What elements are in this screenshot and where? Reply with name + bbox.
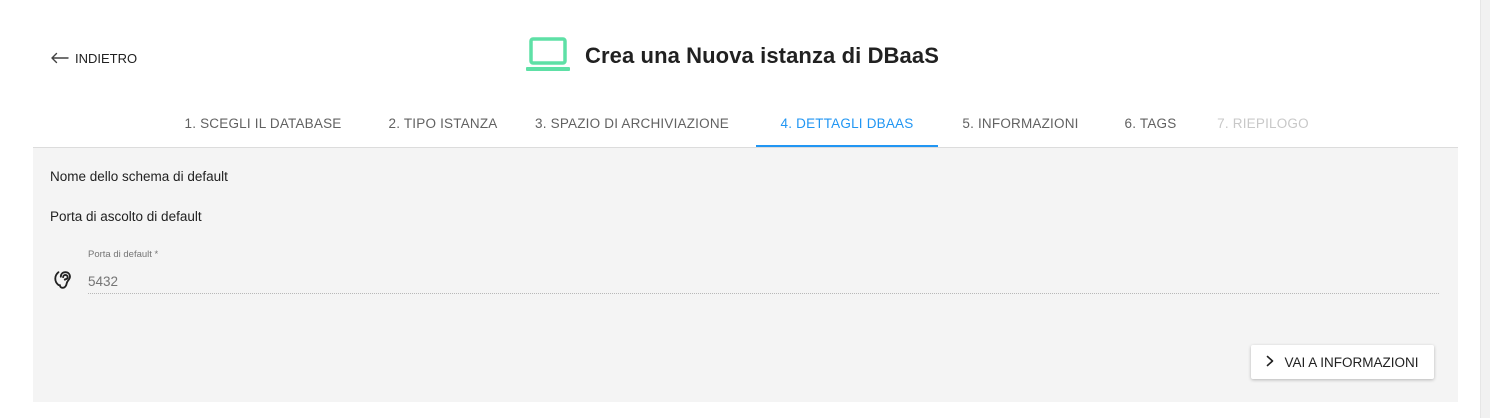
step-scegli-database[interactable]: 1. SCEGLI IL DATABASE <box>148 100 378 147</box>
step-informazioni[interactable]: 5. INFORMAZIONI <box>938 100 1103 147</box>
step-dettagli-dbaas[interactable]: 4. DETTAGLI DBAAS <box>756 100 938 147</box>
active-step-indicator <box>756 145 938 147</box>
step-label: 7. RIEPILOGO <box>1217 116 1309 131</box>
next-step-button-label: VAI A INFORMAZIONI <box>1284 354 1419 370</box>
step-tags[interactable]: 6. TAGS <box>1103 100 1198 147</box>
page-header: Crea una Nuova istanza di DBaaS <box>525 36 939 77</box>
step-spazio-archiviazione[interactable]: 3. SPAZIO DI ARCHIVIAZIONE <box>508 100 756 147</box>
next-step-button[interactable]: VAI A INFORMAZIONI <box>1251 345 1434 379</box>
step-label: 3. SPAZIO DI ARCHIVIAZIONE <box>535 116 729 131</box>
step-label: 6. TAGS <box>1124 116 1177 131</box>
chevron-right-icon <box>1266 355 1274 370</box>
step-riepilogo: 7. RIEPILOGO <box>1198 100 1328 147</box>
step-label: 5. INFORMAZIONI <box>962 116 1079 131</box>
step-label: 4. DETTAGLI DBAAS <box>780 116 914 131</box>
page-scrollbar[interactable] <box>1480 0 1490 418</box>
arrow-left-icon <box>50 52 69 64</box>
step-label: 1. SCEGLI IL DATABASE <box>184 116 342 131</box>
ear-icon <box>53 269 75 291</box>
default-port-input[interactable] <box>88 268 1439 294</box>
wizard-stepper: 1. SCEGLI IL DATABASE 2. TIPO ISTANZA 3.… <box>33 100 1458 148</box>
port-section-label: Porta di ascolto di default <box>50 209 202 224</box>
laptop-icon <box>525 36 571 77</box>
page-title: Crea una Nuova istanza di DBaaS <box>585 43 939 68</box>
step-tipo-istanza[interactable]: 2. TIPO ISTANZA <box>378 100 508 147</box>
step-content-panel: Nome dello schema di default Porta di as… <box>33 148 1458 402</box>
schema-section-label: Nome dello schema di default <box>50 169 228 184</box>
port-field-label: Porta di default * <box>88 249 159 260</box>
step-label: 2. TIPO ISTANZA <box>388 116 498 131</box>
back-button-label: INDIETRO <box>75 50 138 66</box>
back-button[interactable]: INDIETRO <box>50 48 137 68</box>
